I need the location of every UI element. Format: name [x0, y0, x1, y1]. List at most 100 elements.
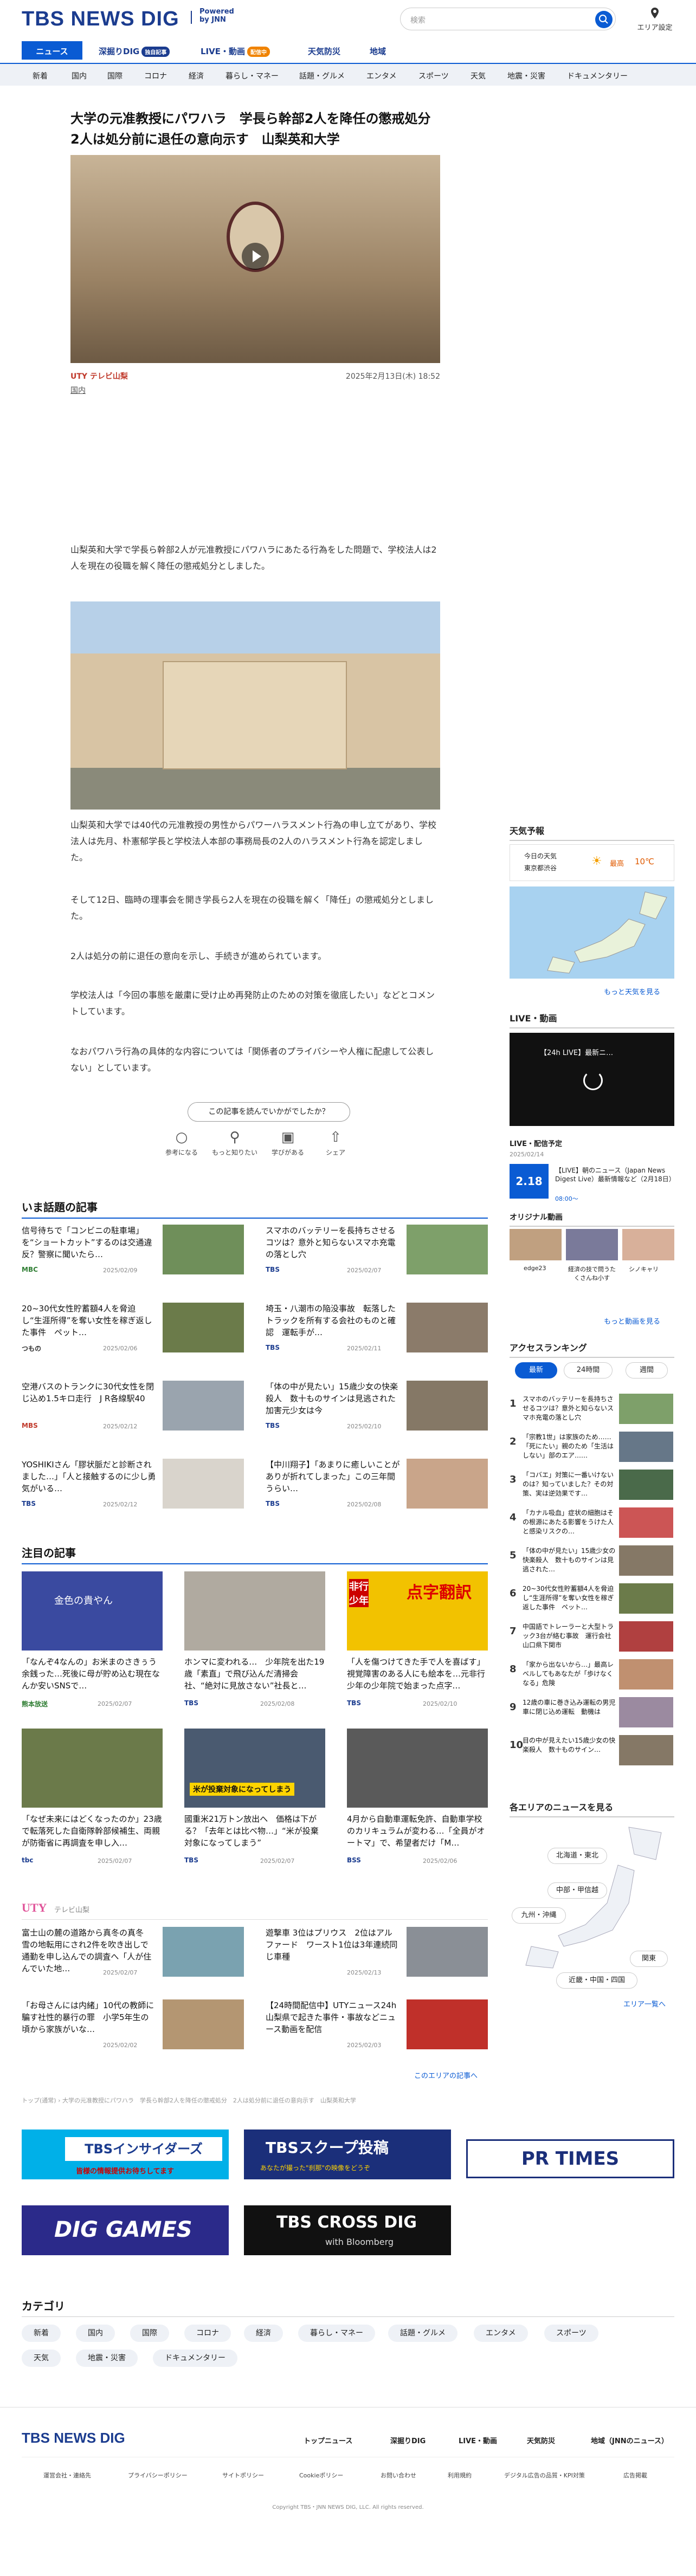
tab-weather[interactable]: 天気防災 — [300, 41, 348, 60]
site-logo[interactable]: TBS NEWS DIG — [22, 8, 179, 31]
category-life-money[interactable]: 暮らし・マネー — [225, 70, 279, 81]
category-documentary[interactable]: ドキュメンタリー — [567, 70, 628, 81]
article-hero-video[interactable] — [70, 155, 440, 363]
list-item[interactable]: 「お母さんには内緒」10代の教師に騙す社性的暴行の罪 小学5年生の頃から家族がい… — [22, 1999, 244, 2054]
footer-link[interactable]: 広告掲載 — [623, 2471, 647, 2480]
category-chip[interactable]: 新着 — [22, 2325, 61, 2342]
footer-link[interactable]: プライバシーポリシー — [128, 2471, 188, 2480]
footer-link[interactable]: お問い合わせ — [381, 2471, 416, 2480]
footer-link[interactable]: 運営会社・連絡先 — [43, 2471, 91, 2480]
ranking-item[interactable]: 3 「コバエ」対策に一番いけないのは？知っていました？その対策、実は逆効果です… — [510, 1468, 674, 1501]
footer-link[interactable]: 利用規約 — [448, 2471, 472, 2480]
category-sports[interactable]: スポーツ — [418, 70, 449, 81]
tab-region[interactable]: 地域 — [362, 41, 394, 60]
category-chip[interactable]: 経済 — [244, 2325, 283, 2342]
footer-nav-live[interactable]: LIVE・動画 — [459, 2435, 497, 2445]
footer-nav-top[interactable]: トップニュース — [304, 2435, 352, 2445]
list-item[interactable]: 「体の中が見たい」15歳少女の快楽殺人 数十ものサインは見逃された 加害元少女は… — [266, 1381, 488, 1435]
article-source[interactable]: UTY テレビ山梨 — [70, 372, 128, 381]
area-button-chubu[interactable]: 中部・甲信越 — [547, 1882, 607, 1899]
footer-link[interactable]: Cookieポリシー — [299, 2471, 343, 2480]
ranking-item[interactable]: 8 「家から出ないから…」最高レベルしてもあなたが「歩けなくなる」危険 — [510, 1658, 674, 1691]
category-chip[interactable]: 国内 — [76, 2325, 115, 2342]
feedback-more[interactable]: ⚲ もっと知りたい — [210, 1129, 259, 1157]
ranking-tab-latest[interactable]: 最新 — [515, 1362, 557, 1378]
category-weather[interactable]: 天気 — [471, 70, 486, 81]
category-international[interactable]: 国際 — [107, 70, 123, 81]
live-video-player[interactable]: 【24h LIVE】最新ニ… — [510, 1033, 674, 1126]
article-category[interactable]: 国内 — [70, 385, 440, 396]
list-item[interactable]: ホンマに変われる… 少年院を出た19歳「素直」で飛び込んだ清掃会社、“絶対に見放… — [184, 1571, 325, 1712]
list-item[interactable]: 信号待ちで「コンビニの駐車場」を“ショートカット”するのは交通違反？警察に聞いた… — [22, 1225, 244, 1279]
area-button-hokkaido-tohoku[interactable]: 北海道・東北 — [547, 1848, 607, 1864]
category-chip[interactable]: 国際 — [130, 2325, 169, 2342]
category-chip[interactable]: 天気 — [22, 2350, 61, 2367]
footer-link[interactable]: デジタル広告の品質・KPI対策 — [504, 2471, 585, 2480]
tab-live[interactable]: LIVE・動画 配信中 — [193, 41, 278, 60]
category-domestic[interactable]: 国内 — [72, 70, 87, 81]
ranking-item[interactable]: 5 「体の中が見たい」15歳少女の快楽殺人 数十ものサインは見逃された… — [510, 1544, 674, 1577]
footer-nav-region[interactable]: 地域（JNNのニュース） — [591, 2435, 668, 2445]
category-economy[interactable]: 経済 — [189, 70, 204, 81]
ranking-item[interactable]: 2 「宗教1世」は家族のため……「死にたい」親のため「生活はしない」部のエア…… — [510, 1431, 674, 1463]
original-video-thumb[interactable] — [622, 1229, 674, 1260]
list-item[interactable]: 20~30代女性貯蓄額4人を脅迫し“生涯所得”を奪い女性を稼ぎ返した事件 ペット… — [22, 1303, 244, 1357]
ranking-item[interactable]: 9 12歳の車に巻き込み運転の男児 車に閉じ込め運転 動機は — [510, 1696, 674, 1729]
tab-news[interactable]: ニュース — [22, 41, 82, 60]
category-disaster[interactable]: 地震・災害 — [507, 70, 545, 81]
dig-games-banner[interactable]: DIG GAMES — [22, 2205, 229, 2255]
list-item[interactable]: スマホのバッテリーを長持ちさせるコツは？意外と知らないスマホ充電の落とし穴 TBS… — [266, 1225, 488, 1279]
search-input[interactable]: 検索 — [400, 8, 616, 30]
footer-nav-weather[interactable]: 天気防災 — [527, 2435, 555, 2445]
category-chip[interactable]: スポーツ — [544, 2325, 598, 2342]
feedback-learn[interactable]: ▣ 学びがある — [263, 1129, 312, 1157]
list-item[interactable]: 4月から自動車運転免許、自動車学校のカリキュラムが変わる…「全員がオートマ」で、… — [347, 1729, 488, 1869]
list-item[interactable]: 富士山の麓の道路から真冬の真冬 雪の地転用にされ2件を吹き出しで通勤を申し込んで… — [22, 1927, 244, 1981]
local-more-link[interactable]: このエリアの記事へ — [414, 2070, 478, 2080]
feedback-helpful[interactable]: ○ 参考になる — [157, 1129, 206, 1157]
area-button-kanto[interactable]: 関東 — [630, 1951, 668, 1967]
weather-summary[interactable]: 今日の天気 東京都渋谷 ☀ 最高 10℃ — [510, 844, 674, 881]
weather-map[interactable] — [510, 886, 674, 979]
list-item[interactable]: 米が投棄対象になってしまう 國重米21万トン放出へ 価格は下がる？「去年とは比べ物… — [184, 1729, 325, 1869]
ranking-item[interactable]: 7 中国語でトレーラーと大型トラック3台が絡む事故 運行会社 山口県下関市 — [510, 1620, 674, 1653]
list-item[interactable]: 【24時間配信中】UTYニュース24h 山梨県で起きた事件・事故などニュース動画… — [266, 1999, 488, 2054]
area-button-kyushu-okinawa[interactable]: 九州・沖縄 — [512, 1907, 566, 1924]
footer-link[interactable]: サイトポリシー — [222, 2471, 264, 2480]
tab-dig[interactable]: 深掘りDIG 独自記事 — [91, 41, 177, 60]
search-button[interactable] — [595, 11, 613, 28]
share-button[interactable]: ⇧ シェア — [311, 1129, 360, 1157]
category-chip[interactable]: エンタメ — [474, 2325, 528, 2342]
ranking-tab-weekly[interactable]: 週間 — [626, 1362, 668, 1378]
ranking-item[interactable]: 6 20~30代女性貯蓄額4人を脅迫し“生涯所得”を奪い女性を稼ぎ返した事件 ペッ… — [510, 1582, 674, 1615]
category-topics-gourmet[interactable]: 話題・グルメ — [299, 70, 345, 81]
list-item[interactable]: 【中川翔子】「あまりに癒しいことがありが折れてしまった」この三年間うらい… TBS… — [266, 1459, 488, 1513]
area-settings-button[interactable]: エリア設定 — [635, 7, 674, 32]
video-more-link[interactable]: もっと動画を見る — [604, 1316, 660, 1326]
list-item[interactable]: 点字翻訳 非行少年 「人を傷つけてきた手で人を喜ばす」視覚障害のある人にも絵本を…元… — [347, 1571, 488, 1712]
list-item[interactable]: 「なぜ未来にはどくなったのか」23歳で転落死した自衛隊幹部候補生、両親が防衛省に… — [22, 1729, 163, 1869]
list-item[interactable]: YOSHIKIさん「膠状脈だと診断されました…」「人と接触するのに少し勇気がいる… — [22, 1459, 244, 1513]
breadcrumb-home[interactable]: トップ(通常) — [22, 2097, 56, 2104]
list-item[interactable]: 埼玉・八潮市の陥没事故 転落したトラックを所有する会社のものと確認 運転手が… T… — [266, 1303, 488, 1357]
area-button-kinki[interactable]: 近畿・中国・四国 — [556, 1972, 637, 1989]
play-icon[interactable] — [242, 243, 269, 270]
category-chip[interactable]: 話題・グルメ — [388, 2325, 457, 2342]
tbs-insiders-banner[interactable]: TBSインサイダーズ 皆様の情報提供お待ちしてます — [22, 2130, 229, 2179]
tbs-cross-dig-banner[interactable]: TBS CROSS DIG with Bloomberg — [244, 2205, 451, 2255]
category-corona[interactable]: コロナ — [144, 70, 167, 81]
weather-more-link[interactable]: もっと天気を見る — [604, 986, 660, 996]
tbs-scoop-banner[interactable]: TBSスクープ投稿 あなたが撮った"刹那"の映像をどうぞ — [244, 2130, 451, 2179]
category-chip[interactable]: ドキュメンタリー — [153, 2350, 237, 2367]
footer-logo[interactable]: TBS NEWS DIG — [22, 2430, 125, 2446]
area-more-link[interactable]: エリア一覧へ — [623, 1998, 666, 2009]
list-item[interactable]: 空港バスのトランクに30代女性を閉じ込め1.5キロ走行 J R各線駅40 MBS 2… — [22, 1381, 244, 1435]
original-video-thumb[interactable] — [510, 1229, 562, 1260]
ranking-tab-24h[interactable]: 24時間 — [564, 1362, 613, 1378]
category-chip[interactable]: コロナ — [184, 2325, 231, 2342]
list-item[interactable]: 遊撃車 3位はプリウス 2位はアルファード ワースト1位は3年連続同じ車種 202… — [266, 1927, 488, 1981]
category-entertainment[interactable]: エンタメ — [366, 70, 397, 81]
ranking-item[interactable]: 10 目の中が見えたい15歳少女の快楽殺人 数十ものサイン… — [510, 1734, 674, 1766]
ranking-item[interactable]: 4 「カナル吸血」症状の細胞はその根源にあたる影響をうけた人と感染リスクの… — [510, 1506, 674, 1539]
original-video-thumb[interactable] — [566, 1229, 618, 1260]
